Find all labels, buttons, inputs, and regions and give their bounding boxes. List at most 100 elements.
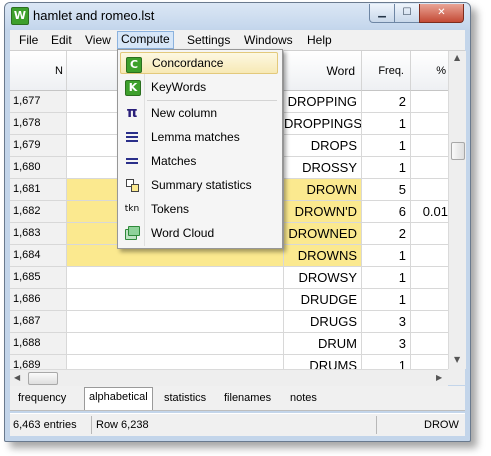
lemma-matches-icon <box>125 130 139 144</box>
column-header-word[interactable]: Word <box>284 51 362 91</box>
context-cell <box>67 311 284 333</box>
menu-settings[interactable]: Settings <box>184 32 233 48</box>
menu-item-label: KeyWords <box>151 80 207 94</box>
status-entries: 6,463 entries <box>10 416 92 434</box>
percent-cell <box>411 333 448 355</box>
word-cell: DRUM <box>284 333 362 355</box>
concordance-icon: C <box>126 57 142 73</box>
percent-cell <box>411 355 448 369</box>
table-row[interactable]: 1,687 DRUGS 3 <box>10 311 448 333</box>
menu-item-tokens[interactable]: tkn Tokens <box>120 198 278 220</box>
freq-cell: 3 <box>362 333 411 355</box>
word-cell: DROPPINGS <box>284 113 362 135</box>
title-bar[interactable]: W hamlet and romeo.lst ▁ ☐ ✕ <box>5 3 470 29</box>
menu-item-label: Lemma matches <box>151 130 240 144</box>
row-number-cell: 1,685 <box>10 267 67 289</box>
freq-cell: 3 <box>362 311 411 333</box>
context-cell <box>67 355 284 369</box>
table-row[interactable]: 1,688 DRUM 3 <box>10 333 448 355</box>
menu-file[interactable]: File <box>16 32 41 48</box>
percent-cell <box>411 223 448 245</box>
table-row[interactable]: 1,689 DRUMS 1 <box>10 355 448 369</box>
menu-item-keywords[interactable]: K KeyWords <box>120 76 278 98</box>
menu-item-summary-statistics[interactable]: Summary statistics <box>120 174 278 196</box>
status-bar: 6,463 entries Row 6,238 DROW <box>10 413 465 436</box>
table-row[interactable]: 1,685 DROWSY 1 <box>10 267 448 289</box>
column-header-n[interactable]: N <box>10 51 67 91</box>
tab-notes[interactable]: notes <box>286 389 321 408</box>
context-cell <box>67 289 284 311</box>
horizontal-scroll-thumb[interactable] <box>28 372 58 385</box>
word-cell: DROWN <box>284 179 362 201</box>
minimize-button[interactable]: ▁ <box>369 4 395 23</box>
freq-cell: 1 <box>362 289 411 311</box>
keywords-icon: K <box>125 80 141 96</box>
freq-cell: 1 <box>362 245 411 267</box>
vertical-scroll-thumb[interactable] <box>451 142 465 160</box>
menu-bar: File Edit View Compute Settings Windows … <box>10 30 465 51</box>
menu-compute[interactable]: Compute <box>117 31 174 49</box>
compute-dropdown-menu: C Concordance K KeyWords π New column Le… <box>117 49 283 249</box>
row-number-cell: 1,682 <box>10 201 67 223</box>
percent-cell <box>411 157 448 179</box>
menu-item-label: Concordance <box>152 56 224 70</box>
view-tabs: frequency alphabetical statistics filena… <box>10 386 465 411</box>
menu-item-label: New column <box>151 106 218 120</box>
row-number-cell: 1,679 <box>10 135 67 157</box>
menu-item-new-column[interactable]: π New column <box>120 102 278 124</box>
tab-filenames[interactable]: filenames <box>220 389 275 408</box>
menu-item-word-cloud[interactable]: Word Cloud <box>120 222 278 244</box>
freq-cell: 1 <box>362 135 411 157</box>
row-number-cell: 1,681 <box>10 179 67 201</box>
word-cell: DROWNED <box>284 223 362 245</box>
scroll-left-arrow-icon[interactable]: ◀ <box>14 373 20 382</box>
maximize-button[interactable]: ☐ <box>394 4 420 23</box>
percent-cell <box>411 245 448 267</box>
menu-item-concordance[interactable]: C Concordance <box>120 52 278 74</box>
matches-icon <box>125 154 139 168</box>
menu-item-label: Summary statistics <box>151 178 252 192</box>
pi-icon: π <box>126 105 138 121</box>
horizontal-scrollbar[interactable]: ◀ ▶ <box>10 369 448 386</box>
status-word: DROW <box>424 419 459 431</box>
row-number-cell: 1,677 <box>10 91 67 113</box>
context-cell <box>67 267 284 289</box>
vertical-scrollbar[interactable]: ▲ ▼ <box>448 51 466 369</box>
table-row[interactable]: 1,686 DRUDGE 1 <box>10 289 448 311</box>
freq-cell: 2 <box>362 91 411 113</box>
word-cell: DROPPING <box>284 91 362 113</box>
tab-frequency[interactable]: frequency <box>14 389 70 408</box>
column-header-freq[interactable]: Freq. <box>362 51 411 91</box>
freq-cell: 6 <box>362 201 411 223</box>
menu-help[interactable]: Help <box>304 32 335 48</box>
menu-edit[interactable]: Edit <box>48 32 75 48</box>
word-cell: DROWNS <box>284 245 362 267</box>
menu-view[interactable]: View <box>82 32 114 48</box>
wordsmith-app-icon[interactable]: W <box>11 7 29 25</box>
row-number-cell: 1,686 <box>10 289 67 311</box>
scroll-down-arrow-icon[interactable]: ▼ <box>454 355 460 364</box>
close-button[interactable]: ✕ <box>419 4 464 23</box>
menu-separator <box>147 100 277 101</box>
tab-alphabetical[interactable]: alphabetical <box>84 387 153 410</box>
percent-cell <box>411 311 448 333</box>
word-cell: DRUGS <box>284 311 362 333</box>
percent-cell <box>411 289 448 311</box>
menu-item-label: Tokens <box>151 202 190 216</box>
row-number-cell: 1,687 <box>10 311 67 333</box>
scroll-right-arrow-icon[interactable]: ▶ <box>436 373 442 382</box>
column-header-percent[interactable]: % <box>411 51 448 91</box>
scrollbar-corner <box>448 369 465 385</box>
scroll-up-arrow-icon[interactable]: ▲ <box>454 53 460 62</box>
row-number-cell: 1,684 <box>10 245 67 267</box>
freq-cell: 1 <box>362 267 411 289</box>
menu-windows[interactable]: Windows <box>241 32 296 48</box>
menu-item-lemma-matches[interactable]: Lemma matches <box>120 126 278 148</box>
summary-statistics-icon <box>125 178 139 192</box>
word-cloud-icon <box>125 226 140 240</box>
tab-statistics[interactable]: statistics <box>160 389 210 408</box>
row-number-cell: 1,688 <box>10 333 67 355</box>
menu-item-matches[interactable]: Matches <box>120 150 278 172</box>
row-number-cell: 1,680 <box>10 157 67 179</box>
percent-cell <box>411 135 448 157</box>
